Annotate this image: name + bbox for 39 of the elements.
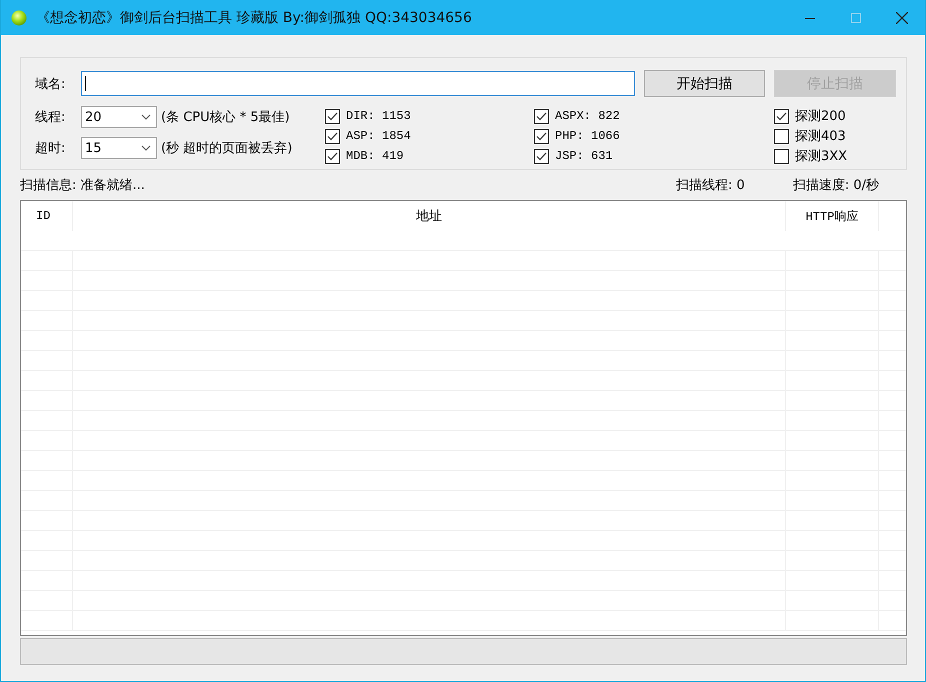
checkbox[interactable] [774,108,789,124]
checkbox[interactable] [325,148,340,164]
checkbox[interactable] [534,148,549,164]
scan-button[interactable]: 开始扫描 [644,70,766,97]
checkbox-label: JSP: 631 [555,149,613,163]
option-hint: (秒 超时的页面被丢弃) [161,140,292,157]
column-header[interactable]: ID [21,201,73,231]
column-header[interactable]: 地址 [73,201,786,231]
chevron-down-icon [141,114,151,120]
window-title: 《想念初恋》御剑后台扫描工具 珍藏版 By:御剑孤独 QQ:343034656 [36,8,472,26]
option-hint: (条 CPU核心 * 5最佳) [161,109,290,126]
checkbox[interactable] [534,128,549,144]
checkbox-label: PHP: 1066 [555,129,620,143]
number-dropdown[interactable]: 15 [81,137,157,159]
checkbox-label: ASP: 1854 [346,129,411,143]
scan-info-text: 扫描信息: 准备就绪... [20,177,145,194]
checkbox-label: 探测200 [795,108,846,125]
checkbox[interactable] [534,108,549,124]
checkbox-label: 探测403 [795,128,846,145]
chevron-down-icon [141,145,151,151]
domain-field[interactable] [80,71,635,96]
close-icon [896,12,908,24]
option-label: 线程: [35,109,66,126]
maximize-icon [851,12,861,22]
checkbox[interactable] [325,128,340,144]
domain-label: 域名: [35,76,66,92]
scan-speed-text: 扫描速度: 0/秒 [792,177,879,194]
checkbox-label: MDB: 419 [346,149,404,163]
checkbox-label: DIR: 1153 [346,109,411,123]
checkbox-label: ASPX: 822 [555,109,620,123]
checkbox[interactable] [325,108,340,124]
checkbox[interactable] [774,148,789,164]
thread-count-text: 扫描线程: 0 [676,177,745,194]
number-dropdown[interactable]: 20 [81,106,157,128]
column-header[interactable]: HTTP响应 [786,201,879,231]
checkbox[interactable] [774,128,789,144]
checkbox-label: 探测3XX [795,148,848,165]
app-icon [11,10,27,26]
option-label: 超时: [35,140,66,157]
